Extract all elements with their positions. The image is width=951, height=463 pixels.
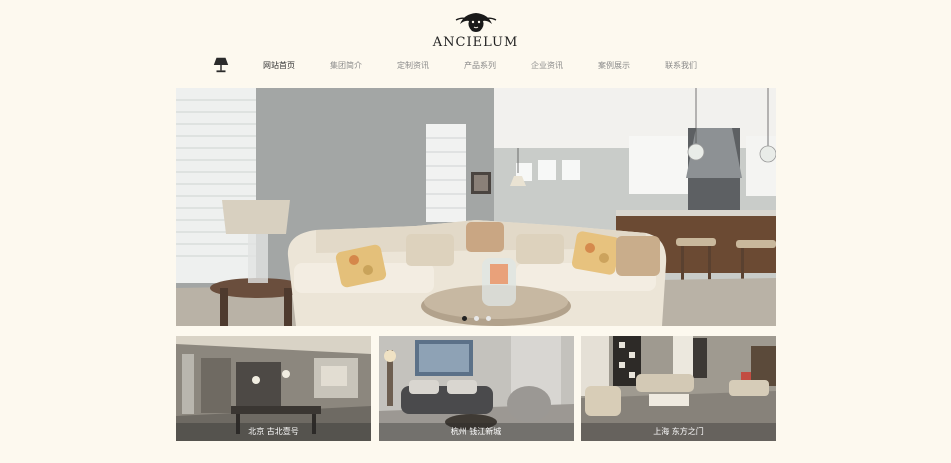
project-caption: 上海 东方之门 (581, 423, 776, 441)
project-caption: 杭州 钱江新城 (378, 423, 574, 441)
project-card[interactable]: 上海 东方之门 (581, 336, 776, 441)
project-gallery: 北京 古北壹号 杭州 钱江新城 上海 东方之门 (176, 336, 776, 441)
brand-name: ANCIELUM (432, 35, 519, 50)
nav-item-about[interactable]: 集团简介 (330, 60, 362, 71)
project-card[interactable]: 杭州 钱江新城 (378, 336, 574, 441)
nav-item-products[interactable]: 产品系列 (464, 60, 496, 71)
lion-emblem-icon (455, 13, 496, 32)
slider-dot-2[interactable] (473, 316, 479, 321)
nav-item-cases[interactable]: 案例展示 (598, 60, 630, 71)
main-nav: 网站首页 集团简介 定制资讯 产品系列 企业资讯 案例展示 联系我们 (212, 56, 732, 74)
slider-dots (176, 316, 776, 321)
nav-item-custom-news[interactable]: 定制资讯 (397, 60, 429, 71)
nav-item-home[interactable]: 网站首页 (263, 60, 295, 71)
living-room-image (176, 88, 776, 326)
lamp-icon[interactable] (212, 56, 230, 74)
project-card[interactable]: 北京 古北壹号 (176, 336, 371, 441)
project-caption: 北京 古北壹号 (176, 423, 371, 441)
nav-item-company-news[interactable]: 企业资讯 (531, 60, 563, 71)
slider-dot-3[interactable] (485, 316, 491, 321)
brand-logo[interactable]: ANCIELUM (0, 10, 951, 50)
slider-dot-1[interactable] (461, 316, 467, 321)
hero-banner[interactable] (176, 88, 776, 326)
nav-item-contact[interactable]: 联系我们 (665, 60, 697, 71)
